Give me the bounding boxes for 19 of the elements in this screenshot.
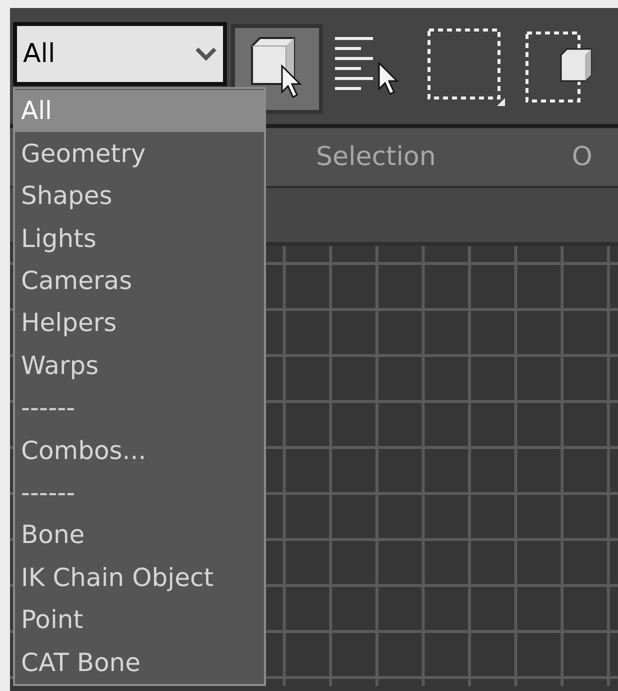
dashed-rectangle-icon bbox=[425, 26, 507, 108]
menu-item[interactable]: Warps bbox=[15, 344, 264, 387]
menu-item[interactable]: Helpers bbox=[15, 302, 264, 344]
chevron-down-icon bbox=[195, 47, 217, 61]
tab[interactable]: Selection bbox=[316, 138, 436, 176]
menu-item[interactable]: Combos... bbox=[15, 429, 264, 472]
menu-item[interactable]: Bone bbox=[15, 514, 264, 556]
tab[interactable]: O bbox=[572, 138, 592, 176]
menu-item[interactable]: Geometry bbox=[15, 132, 264, 175]
menu-item[interactable]: Lights bbox=[15, 217, 264, 260]
menu-item[interactable]: ------ bbox=[15, 472, 264, 514]
menu-item[interactable]: Cameras bbox=[15, 260, 264, 302]
menu-item[interactable]: Shapes bbox=[15, 174, 264, 218]
filter-dropdown[interactable]: All bbox=[13, 22, 227, 86]
menu-item[interactable]: CAT Bone bbox=[15, 641, 264, 684]
menu-item[interactable]: Point bbox=[15, 598, 264, 642]
menu-item[interactable]: ------ bbox=[15, 386, 264, 430]
menu-item[interactable]: IK Chain Object bbox=[15, 556, 264, 599]
menu-item[interactable]: All bbox=[15, 90, 264, 132]
